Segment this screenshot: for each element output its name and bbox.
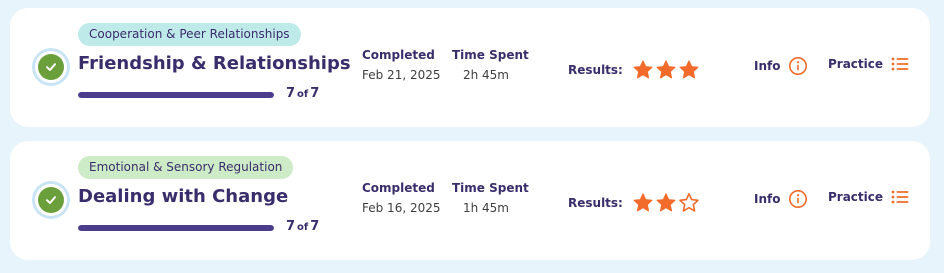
progress-bar xyxy=(78,225,274,231)
time-spent-info: Time Spent 1h 45m xyxy=(452,181,529,215)
progress-of: of xyxy=(297,89,309,100)
progress-total: 7 xyxy=(310,86,320,101)
progress-count: 7 of 7 xyxy=(286,219,319,234)
category-tag: Cooperation & Peer Relationships xyxy=(78,23,301,46)
time-spent-value: 2h 45m xyxy=(462,68,509,82)
check-circle-icon xyxy=(38,187,64,213)
time-spent-label: Time Spent xyxy=(452,181,529,195)
completed-info: Completed Feb 21, 2025 xyxy=(362,48,441,82)
info-label: Info xyxy=(754,59,781,73)
star-filled-icon xyxy=(633,193,653,212)
progress-bar xyxy=(78,92,274,98)
results-label: Results: xyxy=(568,63,623,77)
star-filled-icon xyxy=(679,60,699,79)
info-button[interactable]: Info xyxy=(754,56,808,76)
completed-date: Feb 21, 2025 xyxy=(362,68,441,82)
progress-count: 7 of 7 xyxy=(286,86,319,101)
progress-bar-fill xyxy=(78,225,274,231)
progress-done: 7 xyxy=(286,86,296,101)
list-icon xyxy=(891,56,909,72)
activity-card: Cooperation & Peer Relationships Friends… xyxy=(10,8,930,127)
list-icon xyxy=(891,189,909,205)
completed-info: Completed Feb 16, 2025 xyxy=(362,181,441,215)
completed-date: Feb 16, 2025 xyxy=(362,201,441,215)
activity-title[interactable]: Friendship & Relationships xyxy=(78,53,351,74)
results-label: Results: xyxy=(568,196,623,210)
time-spent-info: Time Spent 2h 45m xyxy=(452,48,529,82)
progress-of: of xyxy=(297,222,309,233)
progress-done: 7 xyxy=(286,219,296,234)
info-circle-icon xyxy=(788,189,808,209)
star-filled-icon xyxy=(656,193,676,212)
completed-label: Completed xyxy=(362,48,435,62)
time-spent-label: Time Spent xyxy=(452,48,529,62)
check-circle-icon xyxy=(38,54,64,80)
category-tag: Emotional & Sensory Regulation xyxy=(78,156,294,179)
results: Results: xyxy=(568,192,701,214)
star-filled-icon xyxy=(656,60,676,79)
progress-bar-fill xyxy=(78,92,274,98)
star-rating xyxy=(632,59,701,81)
star-rating xyxy=(632,192,701,214)
practice-button[interactable]: Practice xyxy=(828,56,909,72)
practice-label: Practice xyxy=(828,190,884,204)
info-label: Info xyxy=(754,192,781,206)
completed-label: Completed xyxy=(362,181,435,195)
time-spent-value: 1h 45m xyxy=(462,201,509,215)
star-outline-icon xyxy=(679,193,699,212)
progress-total: 7 xyxy=(310,219,320,234)
practice-button[interactable]: Practice xyxy=(828,189,909,205)
star-filled-icon xyxy=(633,60,653,79)
info-button[interactable]: Info xyxy=(754,189,808,209)
activity-title[interactable]: Dealing with Change xyxy=(78,186,288,207)
info-circle-icon xyxy=(788,56,808,76)
practice-label: Practice xyxy=(828,57,884,71)
activity-card: Emotional & Sensory Regulation Dealing w… xyxy=(10,141,930,260)
results: Results: xyxy=(568,59,701,81)
